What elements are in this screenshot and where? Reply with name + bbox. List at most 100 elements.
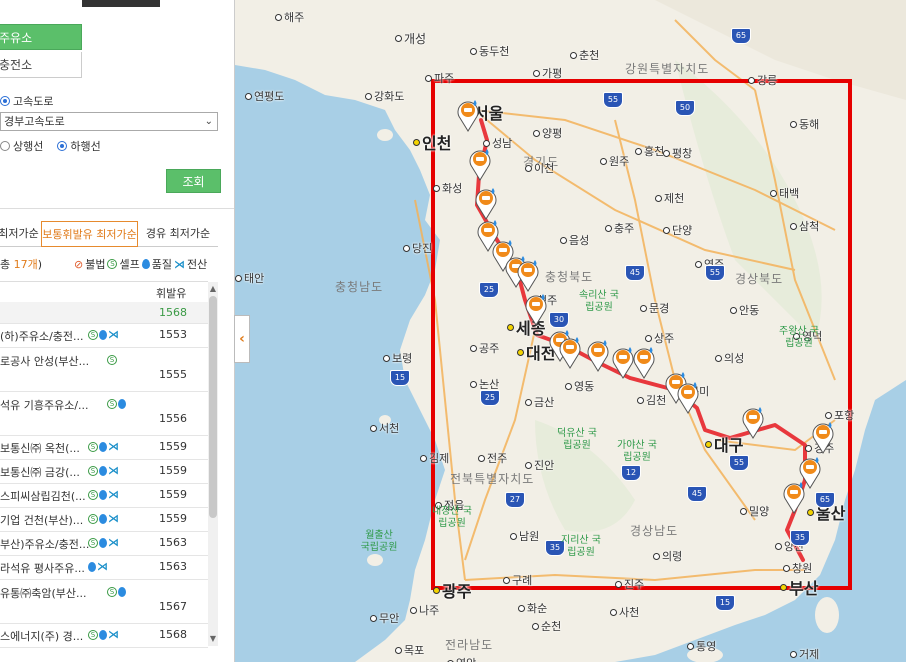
station-icons: S ⋊ [88,537,119,548]
table-row[interactable]: 보통신㈜ 금강(... S ⋊ 1559 [0,460,208,484]
tab-sort-gasoline[interactable]: 보통휘발유 최저가순 [41,221,138,247]
road-select[interactable]: 경부고속도로 ⌄ [0,112,218,131]
city-name: 서천 [379,422,400,435]
gas-station-pin-icon[interactable] [740,405,766,439]
table-row[interactable]: (하)주유소/충전... S ⋊ 1553 [0,324,208,348]
collapse-panel-button[interactable]: ‹ [234,315,250,363]
table-row[interactable]: 부산)주유소/충전... S ⋊ 1563 [0,532,208,556]
city-label: 단양 [663,222,692,238]
gas-station-pin-icon[interactable] [631,345,657,379]
city-label: 인천 [413,130,451,154]
station-name[interactable]: (하)주유소/충전... [0,328,158,344]
scroll-down-icon[interactable]: ▼ [208,634,218,643]
city-label: 진주 [615,576,644,592]
table-row[interactable]: 유통㈜축암(부산... S 1567 [0,580,208,624]
city-name: 동두천 [479,45,510,58]
station-name[interactable]: 석유 기흥주유소/... [0,397,158,413]
city-label: 양평 [533,125,562,141]
legend-card-label: 전산 [186,258,208,271]
tab-charging-station[interactable]: 충전소 [0,52,82,78]
tab-sort-lowest[interactable]: 최저가순 [0,221,41,247]
direction-down-radio[interactable] [57,141,68,151]
gas-station-pin-icon[interactable] [675,380,701,414]
city-name: 강릉 [757,74,778,87]
city-label: 화순 [518,600,547,616]
city-name: 경상북도 [735,272,784,286]
region-label: 충청남도 [335,278,383,295]
direction-up-radio[interactable] [0,141,10,151]
station-name[interactable]: 기업 건천(부산)... [0,512,158,528]
count-prefix: 총 [0,258,14,271]
tab-gas-station[interactable]: 주유소 [0,24,82,50]
city-dot-icon [235,274,242,282]
city-dot-icon [507,323,514,331]
gas-station-pin-icon[interactable] [585,338,611,372]
result-count: 총 17개) [0,256,42,272]
city-dot-icon [790,650,797,658]
city-dot-icon [775,542,782,550]
self-service-icon: S [88,466,98,476]
island-yeongjong [377,129,393,141]
gasoline-price: 1563 [159,560,187,573]
station-name[interactable]: 부산)주유소/충전... [0,536,158,552]
table-row[interactable]: 스피씨삼립김천(... S ⋊ 1559 [0,484,208,508]
city-label: 이천 [525,160,554,176]
gas-station-pin-icon[interactable] [810,420,836,454]
city-name: 태안 [244,272,265,285]
gas-station-pin-icon[interactable] [557,335,583,369]
row-icon-group: S ⋊ [86,512,119,525]
station-name[interactable]: 로공사 안성(부산... [0,353,158,369]
city-name: 금산 [534,396,555,409]
station-name[interactable]: 보통신㈜ 옥천(... [0,440,158,456]
row-icon-group: S ⋊ [86,628,119,641]
station-icons: ⋊ [88,561,108,572]
city-name: 거제 [799,648,820,661]
table-row[interactable]: 스에너지(주) 경... S ⋊ 1568 [0,624,208,648]
city-dot-icon [783,564,790,572]
tab-sort-diesel[interactable]: 경유 최저가순 [138,221,218,247]
city-name: 제천 [664,192,685,205]
ban-icon: ⊘ [74,257,84,271]
city-dot-icon [433,184,440,192]
station-name[interactable]: 라석유 평사주유... [0,560,158,576]
list-scrollbar[interactable]: ▲ ▼ [208,282,218,646]
city-dot-icon [653,552,660,560]
gasoline-column-header: 휘발유 [156,287,187,300]
table-row[interactable]: 보통신㈜ 옥천(... S ⋊ 1559 [0,436,208,460]
scroll-thumb[interactable] [209,296,217,518]
city-name: 창원 [792,562,813,575]
city-dot-icon [807,508,814,516]
radio-button-selected[interactable] [0,96,10,106]
table-row[interactable]: 기업 건천(부산)... S ⋊ 1559 [0,508,208,532]
city-dot-icon [503,576,510,584]
gas-station-pin-icon[interactable] [515,258,541,292]
gas-station-pin-icon[interactable] [523,292,549,326]
gas-station-pin-icon[interactable] [473,186,499,220]
gasoline-price: 1556 [159,412,187,425]
highway-shield-icon: 45 [687,486,707,502]
map-view[interactable]: 해주 개성 동두천 춘천 파주 가평 강원특별자치도 강릉 연평도 강화도 서울 인천 성남 양평 홍천 동해… [235,0,906,662]
scroll-up-icon[interactable]: ▲ [208,284,218,293]
station-name[interactable]: 유통㈜축암(부산... [0,585,158,601]
city-name: 인천 [422,134,452,153]
search-button[interactable]: 조회 [166,169,221,193]
table-row[interactable]: 로공사 안성(부산... S 1555 [0,348,208,392]
quality-drop-icon [99,630,107,640]
table-row[interactable]: 1568 [0,302,208,324]
city-name: 전북특별자치도 [450,472,535,486]
gas-station-pin-icon[interactable] [455,98,481,132]
gasoline-price: 1568 [159,306,187,319]
self-service-icon: S [88,630,98,640]
city-label: 태백 [770,185,799,201]
city-label: 영동 [565,378,594,394]
station-name[interactable]: 스피씨삼립김천(... [0,488,158,504]
table-row[interactable]: 석유 기흥주유소/... S 1556 [0,392,208,436]
table-row[interactable]: 라석유 평사주유... ⋊ 1563 [0,556,208,580]
gas-station-pin-icon[interactable] [781,480,807,514]
gas-station-pin-icon[interactable] [467,147,493,181]
station-name[interactable]: 보통신㈜ 금강(... [0,464,158,480]
station-name[interactable]: 스에너지(주) 경... [0,628,158,644]
city-dot-icon [470,344,477,352]
city-label: 상주 [645,330,674,346]
road-type-radio[interactable]: 고속도로 [0,93,53,109]
